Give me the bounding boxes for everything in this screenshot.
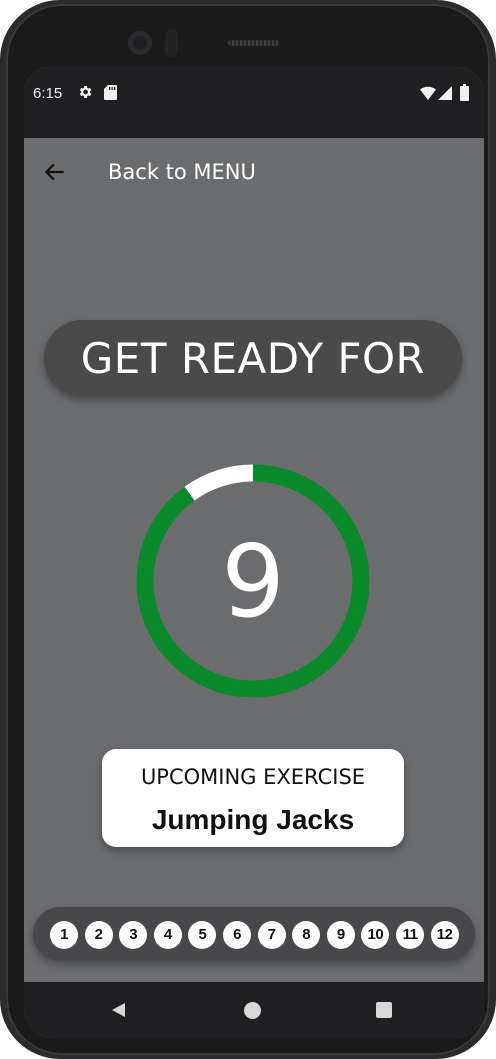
status-time: 6:15 — [33, 85, 63, 102]
get-ready-text: GET READY FOR — [80, 333, 426, 383]
cellular-signal-icon — [438, 86, 452, 100]
sd-card-icon — [104, 85, 117, 100]
get-ready-banner: GET READY FOR — [44, 320, 462, 396]
exercise-step-2: 2 — [84, 921, 113, 949]
exercise-step-8: 8 — [292, 921, 321, 949]
countdown-value: 9 — [221, 522, 285, 640]
exercise-step-12: 12 — [430, 921, 459, 949]
gear-icon — [79, 86, 92, 98]
exercise-progress-bar: 1 2 3 4 5 6 7 8 9 10 11 12 — [33, 907, 475, 961]
app-bar: Back to MENU — [24, 138, 484, 208]
earpiece-speaker — [228, 40, 280, 46]
back-triangle-icon[interactable] — [110, 1002, 126, 1018]
exercise-step-10: 10 — [361, 921, 390, 949]
back-to-menu-title[interactable]: Back to MENU — [108, 160, 256, 184]
proximity-sensor — [165, 29, 178, 57]
upcoming-exercise-name: Jumping Jacks — [151, 804, 355, 835]
upcoming-exercise-label: UPCOMING EXERCISE — [140, 765, 366, 789]
arrow-left-icon[interactable] — [42, 159, 68, 185]
exercise-step-11: 11 — [396, 921, 424, 949]
upcoming-exercise-card: UPCOMING EXERCISE Jumping Jacks — [102, 749, 404, 847]
front-camera — [128, 31, 152, 55]
exercise-step-6: 6 — [223, 921, 251, 949]
phone-frame: 6:15 Back to MENU GET READY FOR 9 UPCOMI… — [0, 0, 496, 1059]
status-bar: 6:15 — [24, 67, 484, 138]
home-circle-icon[interactable] — [244, 1002, 261, 1019]
system-nav-bar — [24, 982, 484, 1038]
exercise-step-7: 7 — [257, 921, 286, 949]
countdown-timer: 9 — [135, 463, 371, 699]
screen: 6:15 Back to MENU GET READY FOR 9 UPCOMI… — [24, 67, 484, 1038]
recents-square-icon[interactable] — [376, 1002, 392, 1018]
exercise-step-9: 9 — [326, 921, 355, 949]
wifi-icon — [420, 86, 436, 100]
battery-icon — [460, 84, 469, 101]
exercise-step-1: 1 — [50, 921, 78, 949]
exercise-step-3: 3 — [119, 921, 148, 949]
exercise-step-5: 5 — [188, 921, 217, 949]
exercise-step-4: 4 — [153, 921, 182, 949]
